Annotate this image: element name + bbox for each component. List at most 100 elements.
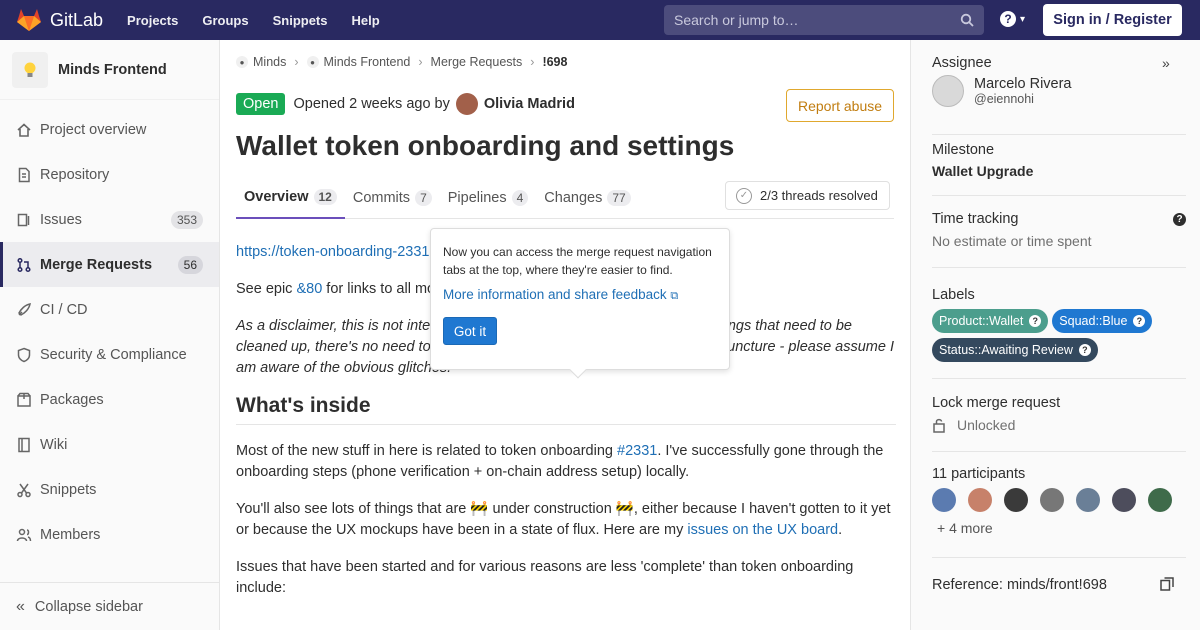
author-name[interactable]: Olivia Madrid: [484, 96, 575, 112]
label-product-wallet[interactable]: Product::Wallet?: [932, 309, 1049, 333]
nav-projects[interactable]: Projects: [127, 13, 178, 28]
chevron-right-icon: ›: [294, 55, 299, 69]
sidebar-item-ci-cd[interactable]: CI / CD: [0, 287, 219, 332]
label-text: Status::Awaiting Review: [939, 343, 1073, 357]
search-box[interactable]: [664, 5, 984, 35]
search-icon[interactable]: [960, 13, 974, 27]
check-circle-icon: ✓: [736, 187, 752, 204]
nav-snippets[interactable]: Snippets: [273, 13, 328, 28]
package-icon: [16, 392, 32, 408]
lock-status: Unlocked: [932, 417, 1186, 433]
nav-help[interactable]: Help: [352, 13, 380, 28]
tab-label: Commits: [352, 189, 411, 206]
breadcrumb-merge-requests[interactable]: Merge Requests: [431, 55, 523, 69]
book-icon: [16, 437, 32, 453]
collapse-sidebar-label: Collapse sidebar: [34, 598, 143, 615]
participant-avatar[interactable]: [1112, 488, 1136, 512]
sidebar-item-merge-requests[interactable]: Merge Requests 56: [0, 242, 219, 287]
question-icon[interactable]: ?: [1173, 213, 1186, 226]
participant-avatar[interactable]: [1004, 488, 1028, 512]
got-it-button[interactable]: Got it: [443, 317, 497, 345]
copy-icon[interactable]: [1160, 577, 1174, 591]
assignee[interactable]: Marcelo Rivera @eiennohi: [932, 75, 1186, 107]
issues-icon: [16, 212, 32, 228]
threads-resolved-button[interactable]: ✓ 2/3 threads resolved: [725, 181, 890, 210]
question-icon: ?: [1000, 11, 1016, 27]
p2-post: .: [838, 522, 843, 538]
tab-pipelines[interactable]: Pipelines 4: [440, 176, 537, 219]
epic-link[interactable]: &80: [296, 281, 322, 297]
shield-icon: [16, 347, 32, 363]
sidebar-item-repository[interactable]: Repository: [0, 152, 219, 197]
nav-groups[interactable]: Groups: [202, 13, 248, 28]
search-input[interactable]: [674, 12, 954, 28]
milestone-value[interactable]: Wallet Upgrade: [932, 163, 1186, 179]
project-avatar: [12, 51, 48, 88]
author-avatar[interactable]: [455, 93, 478, 115]
threads-resolved-label: 2/3 threads resolved: [760, 188, 878, 203]
participants-list: [932, 488, 1186, 512]
merge-requests-count-badge: 56: [177, 255, 203, 274]
feedback-link[interactable]: More information and share feedback ⧉: [443, 287, 717, 303]
question-icon: ?: [1078, 344, 1091, 356]
label-squad-blue[interactable]: Squad::Blue?: [1052, 309, 1153, 333]
tab-changes[interactable]: Changes 77: [536, 176, 638, 219]
participant-avatar[interactable]: [968, 488, 992, 512]
double-chevron-left-icon: «: [16, 597, 25, 615]
sidebar-item-label: Wiki: [40, 436, 68, 453]
participants-label: 11 participants: [932, 466, 1026, 482]
breadcrumb-minds[interactable]: ● Minds: [236, 55, 286, 69]
ux-board-link[interactable]: issues on the UX board: [687, 522, 838, 538]
collapse-sidebar-button[interactable]: « Collapse sidebar: [0, 582, 219, 630]
lightbulb-icon: [24, 62, 36, 77]
project-header[interactable]: Minds Frontend: [0, 40, 219, 100]
breadcrumb-mr-id[interactable]: !698: [542, 55, 567, 69]
assignee-block: Assignee Marcelo Rivera @eiennohi: [932, 55, 1186, 135]
participants-more-link[interactable]: + 4 more: [937, 520, 1186, 536]
labels-list: Product::Wallet? Squad::Blue? Status::Aw…: [932, 309, 1186, 367]
sidebar-item-members[interactable]: Members: [0, 512, 219, 557]
sidebar-item-label: Repository: [40, 166, 110, 183]
sidebar-item-issues[interactable]: Issues 353: [0, 197, 219, 242]
assignee-username: @eiennohi: [974, 92, 1034, 106]
participant-avatar[interactable]: [1076, 488, 1100, 512]
sidebar-item-snippets[interactable]: Snippets: [0, 467, 219, 512]
sidebar-item-project-overview[interactable]: Project overview: [0, 107, 219, 152]
sidebar-item-security[interactable]: Security & Compliance: [0, 332, 219, 377]
issues-count-badge: 353: [170, 210, 203, 229]
tab-commits[interactable]: Commits 7: [345, 176, 440, 219]
issue-2331-link[interactable]: #2331: [617, 443, 657, 459]
scissors-icon: [16, 482, 32, 498]
opened-text: Opened 2 weeks ago by: [293, 96, 450, 112]
tab-count: 12: [313, 188, 337, 205]
breadcrumb: ● Minds › ● Minds Frontend › Merge Request…: [236, 55, 567, 69]
help-dropdown[interactable]: ? ▾: [1000, 11, 1025, 27]
signin-button[interactable]: Sign in / Register: [1043, 4, 1182, 36]
participant-avatar[interactable]: [932, 488, 956, 512]
tanuki-icon: [17, 9, 41, 31]
sidebar-item-label: Merge Requests: [40, 256, 153, 273]
breadcrumb-minds-frontend[interactable]: ● Minds Frontend: [306, 55, 410, 69]
tab-overview[interactable]: Overview 12: [236, 176, 345, 219]
whats-inside-heading: What's inside: [236, 395, 896, 425]
left-sidebar: Minds Frontend Project overview Reposito…: [0, 40, 220, 630]
collapse-right-sidebar-icon[interactable]: »: [1162, 55, 1170, 71]
review-app-link[interactable]: https://token-onboarding-2331: [236, 244, 429, 260]
construction-paragraph: You'll also see lots of things that are …: [236, 499, 896, 541]
lock-label: Lock merge request: [932, 395, 1061, 411]
status-badge: Open: [236, 93, 286, 115]
chevron-down-icon: ▾: [1020, 13, 1026, 25]
labels-label: Labels: [932, 287, 975, 303]
participant-avatar[interactable]: [1148, 488, 1172, 512]
users-icon: [16, 527, 32, 543]
sidebar-item-packages[interactable]: Packages: [0, 377, 219, 422]
sidebar-item-label: Project overview: [40, 121, 147, 138]
disclaimer-line-2b: uncture - please assume I: [727, 339, 894, 355]
sidebar-item-wiki[interactable]: Wiki: [0, 422, 219, 467]
gitlab-logo[interactable]: GitLab: [16, 8, 103, 32]
assignee-label: Assignee: [932, 55, 992, 71]
report-abuse-button[interactable]: Report abuse: [786, 89, 894, 122]
chevron-right-icon: ›: [418, 55, 423, 69]
participant-avatar[interactable]: [1040, 488, 1064, 512]
label-status-awaiting-review[interactable]: Status::Awaiting Review?: [932, 338, 1098, 362]
